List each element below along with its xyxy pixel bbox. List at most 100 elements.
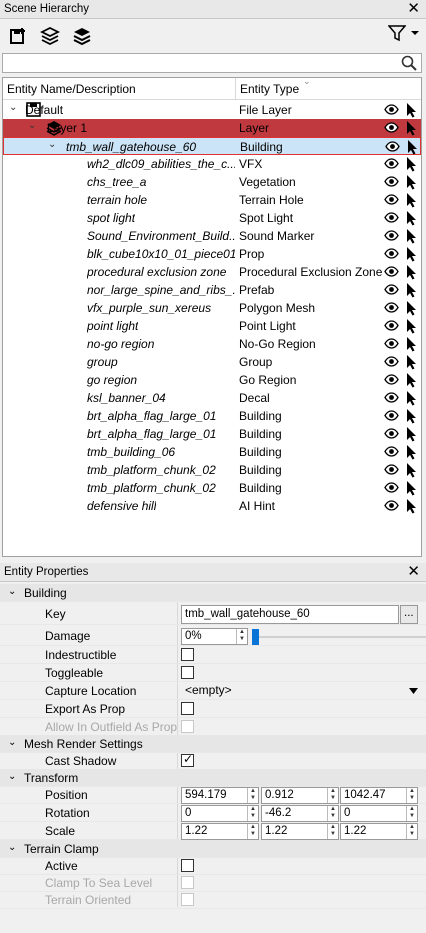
tree-row[interactable]: no-go region No-Go Region <box>3 335 421 353</box>
eye-icon[interactable] <box>384 212 399 226</box>
eye-icon[interactable] <box>384 158 399 172</box>
scale-spinner[interactable]: ▲ ▼ <box>406 824 417 839</box>
entity-name: Sound_Environment_Build... <box>87 229 235 243</box>
tree-row[interactable]: tmb_platform_chunk_02 Building <box>3 461 421 479</box>
tree-row[interactable]: tmb_platform_chunk_02 Building <box>3 479 421 497</box>
tree-row[interactable]: ⌄ Default File Layer <box>3 101 421 119</box>
save-layer-icon[interactable] <box>6 24 30 48</box>
entity-type: Building <box>239 445 282 459</box>
eye-icon[interactable] <box>384 374 399 388</box>
tree-row[interactable]: nor_large_spine_and_ribs_... Prefab <box>3 281 421 299</box>
column-header-type[interactable]: Entity Type <box>240 82 299 96</box>
position-row: Position 594.179 ▲ ▼ 0.912 ▲ ▼ 1042.47 ▲ ▼ <box>0 786 426 804</box>
tree-row[interactable]: wh2_dlc09_abilities_the_c... VFX <box>3 155 421 173</box>
tree-row[interactable]: blk_cube10x10_01_piece01... Prop <box>3 245 421 263</box>
eye-icon[interactable] <box>385 141 400 155</box>
chevron-down-icon[interactable]: ⌄ <box>48 139 56 150</box>
chevron-down-icon[interactable]: ⌄ <box>8 586 16 597</box>
entity-type: Group <box>239 355 273 369</box>
tree-row[interactable]: point light Point Light <box>3 317 421 335</box>
section-terrain-clamp[interactable]: ⌄ Terrain Clamp <box>0 840 426 858</box>
eye-icon[interactable] <box>384 428 399 442</box>
position-spinner[interactable]: ▲ ▼ <box>247 788 258 803</box>
eye-icon[interactable] <box>384 194 399 208</box>
section-building[interactable]: ⌄ Building <box>0 584 426 602</box>
entity-type: Building <box>240 140 283 154</box>
eye-icon[interactable] <box>384 338 399 352</box>
eye-icon[interactable] <box>384 410 399 424</box>
section-transform[interactable]: ⌄ Transform <box>0 769 426 787</box>
search-input[interactable] <box>3 54 398 72</box>
tree-row[interactable]: chs_tree_a Vegetation <box>3 173 421 191</box>
add-layer-icon[interactable] <box>38 24 62 48</box>
tree-row[interactable]: defensive hill AI Hint <box>3 497 421 515</box>
tree-row[interactable]: vfx_purple_sun_xereus Polygon Mesh <box>3 299 421 317</box>
eye-icon[interactable] <box>384 248 399 262</box>
scale-spinner[interactable]: ▲ ▼ <box>327 824 338 839</box>
tree-row[interactable]: procedural exclusion zone Procedural Excl… <box>3 263 421 281</box>
eye-icon[interactable] <box>384 266 399 280</box>
eye-icon[interactable] <box>384 104 399 118</box>
tree-row[interactable]: terrain hole Terrain Hole <box>3 191 421 209</box>
eye-icon[interactable] <box>384 500 399 514</box>
tree-row[interactable]: tmb_building_06 Building <box>3 443 421 461</box>
close-icon[interactable]: ✕ <box>407 1 420 17</box>
filter-button[interactable] <box>388 24 420 42</box>
eye-icon[interactable] <box>384 320 399 334</box>
column-divider[interactable] <box>235 78 236 100</box>
browse-button[interactable]: ... <box>400 605 418 624</box>
chevron-down-icon[interactable]: ⌄ <box>8 737 16 748</box>
tree-row[interactable]: brt_alpha_flag_large_01 Building <box>3 425 421 443</box>
layers-stack-icon[interactable] <box>70 24 94 48</box>
eye-icon[interactable] <box>384 122 399 136</box>
toggleable-checkbox[interactable] <box>181 666 194 679</box>
tree-row[interactable]: ⌄ tmb_wall_gatehouse_60 Building <box>3 137 421 155</box>
eye-icon[interactable] <box>384 464 399 478</box>
eye-icon[interactable] <box>384 284 399 298</box>
eye-icon[interactable] <box>384 482 399 496</box>
position-spinner[interactable]: ▲ ▼ <box>327 788 338 803</box>
search-icon[interactable] <box>401 55 417 74</box>
rotation-spinner[interactable]: ▲ ▼ <box>247 806 258 821</box>
entity-type: Building <box>239 409 282 423</box>
chevron-down-icon[interactable]: ⌄ <box>28 120 36 131</box>
position-spinner[interactable]: ▲ ▼ <box>406 788 417 803</box>
entity-name: defensive hill <box>87 499 157 513</box>
tree-row[interactable]: ⌄ Layer 1 Layer <box>3 119 421 137</box>
tree-row[interactable]: Sound_Environment_Build... Sound Marker <box>3 227 421 245</box>
chevron-down-icon[interactable]: ⌄ <box>8 842 16 853</box>
entity-type: Procedural Exclusion Zone <box>239 265 383 279</box>
cast-shadow-checkbox[interactable]: ✓ <box>181 752 194 767</box>
section-mesh-render-settings[interactable]: ⌄ Mesh Render Settings <box>0 735 426 753</box>
select-pointer-icon[interactable] <box>406 498 418 517</box>
eye-icon[interactable] <box>384 446 399 460</box>
eye-icon[interactable] <box>384 302 399 316</box>
eye-icon[interactable] <box>384 176 399 190</box>
damage-slider-handle[interactable] <box>252 629 259 645</box>
indestructible-checkbox[interactable] <box>181 648 194 661</box>
tree-row[interactable]: brt_alpha_flag_large_01 Building <box>3 407 421 425</box>
tree-row[interactable]: go region Go Region <box>3 371 421 389</box>
close-icon[interactable]: ✕ <box>407 564 420 580</box>
rotation-spinner[interactable]: ▲ ▼ <box>327 806 338 821</box>
damage-spinner[interactable]: ▲ ▼ <box>236 629 247 644</box>
active-checkbox[interactable] <box>181 859 194 872</box>
tree-row[interactable]: group Group <box>3 353 421 371</box>
eye-icon[interactable] <box>384 392 399 406</box>
export-as-prop-checkbox[interactable] <box>181 702 194 715</box>
chevron-down-icon[interactable]: ⌄ <box>9 102 17 113</box>
tree-row[interactable]: spot light Spot Light <box>3 209 421 227</box>
chevron-down-icon[interactable]: ⌄ <box>8 771 16 782</box>
entity-name: tmb_wall_gatehouse_60 <box>66 140 197 154</box>
scale-spinner[interactable]: ▲ ▼ <box>247 824 258 839</box>
eye-icon[interactable] <box>384 356 399 370</box>
key-field[interactable]: tmb_wall_gatehouse_60 <box>181 605 399 624</box>
eye-icon[interactable] <box>384 230 399 244</box>
column-header-name[interactable]: Entity Name/Description <box>7 82 136 96</box>
tree-row[interactable]: ksl_banner_04 Decal <box>3 389 421 407</box>
capture-location-select[interactable]: <empty> <box>182 683 422 699</box>
entity-name: group <box>87 355 118 369</box>
damage-slider-track[interactable] <box>252 636 426 638</box>
scene-hierarchy-title-bar: Scene Hierarchy ✕ <box>0 0 426 19</box>
rotation-spinner[interactable]: ▲ ▼ <box>406 806 417 821</box>
